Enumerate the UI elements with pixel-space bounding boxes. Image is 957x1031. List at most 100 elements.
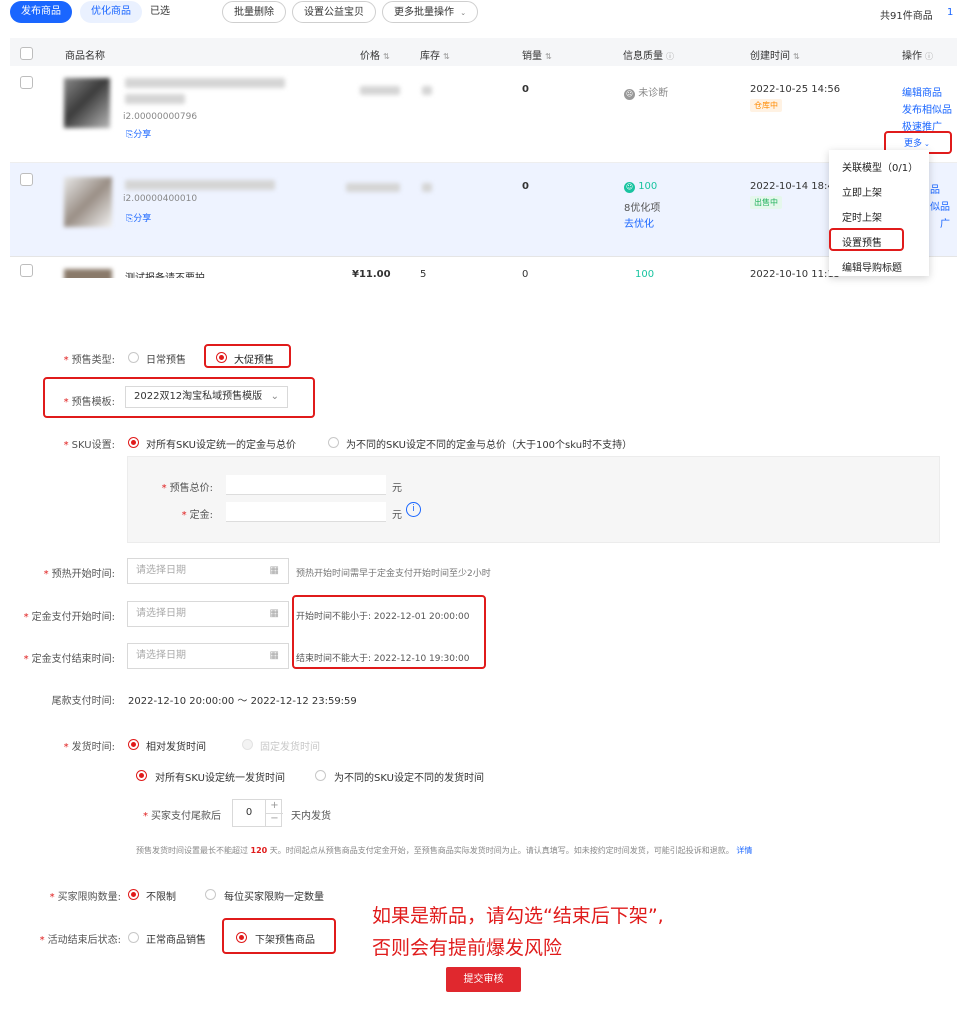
increment-icon[interactable]: + <box>265 800 283 814</box>
product-title[interactable]: 测试报备请不要拍 <box>125 269 205 278</box>
radio-daily-presale[interactable] <box>128 352 139 363</box>
select-all-checkbox[interactable] <box>20 47 33 60</box>
menu-item-list-now[interactable]: 立即上架 <box>842 184 882 199</box>
table-row: i2.00000400010 ⎘分享 0 ☺ 100 8优化项 去优化 2022… <box>10 163 957 257</box>
more-batch-ops-label: 更多批量操作 <box>394 7 454 18</box>
product-list-screenshot: 发布商品 优化商品 已选 批量删除 设置公益宝贝 更多批量操作 ⌄ 共91件商品… <box>0 0 957 278</box>
menu-item-link-model[interactable]: 关联模型（0/1） <box>842 159 918 174</box>
highlight-promo-presale <box>204 344 291 368</box>
required-marker: * <box>161 483 167 494</box>
batch-delete-button[interactable]: 批量删除 <box>222 1 286 23</box>
total-price-label: * 预售总价: <box>148 479 213 494</box>
ship-after-label-text: 买家支付尾款后 <box>151 811 221 822</box>
help-icon: ⓘ <box>925 52 933 61</box>
submit-review-button[interactable]: 提交审核 <box>446 967 521 992</box>
header-ops: 操作 ⓘ <box>902 47 933 62</box>
optimize-product-tab[interactable]: 优化商品 <box>80 1 142 23</box>
yuan-unit: 元 <box>392 483 402 494</box>
no-limit-label: 不限制 <box>146 892 176 903</box>
sku-label: * SKU设置: <box>64 436 115 451</box>
publish-similar-link[interactable]: 似品 <box>930 198 950 213</box>
ship-days-value[interactable]: 0 <box>233 800 265 826</box>
total-price-input[interactable] <box>226 475 386 495</box>
price-blurred <box>346 183 400 192</box>
edit-product-link[interactable]: 品 <box>930 181 940 196</box>
ship-after-suffix: 天内发货 <box>291 811 331 822</box>
highlight-set-presale <box>829 228 904 251</box>
preheat-date-placeholder: 请选择日期 <box>136 565 186 576</box>
publish-product-tab[interactable]: 发布商品 <box>10 1 72 23</box>
deposit-start-placeholder: 请选择日期 <box>136 608 186 619</box>
decrement-icon[interactable]: − <box>265 813 283 826</box>
deposit-end-label: * 定金支付结束时间: <box>24 650 115 665</box>
row-checkbox[interactable] <box>20 76 33 89</box>
share-label: 分享 <box>133 130 152 140</box>
product-title-blurred[interactable] <box>125 78 285 88</box>
required-marker: * <box>63 440 69 451</box>
product-id: i2.00000400010 <box>123 194 198 204</box>
more-batch-ops-button[interactable]: 更多批量操作 ⌄ <box>382 1 479 23</box>
header-price-label: 价格 <box>360 51 380 62</box>
sku-price-panel: * 预售总价: 元 * 定金: 元 i <box>127 456 940 543</box>
radio-sku-different[interactable] <box>328 437 339 448</box>
header-stock[interactable]: 库存 ⇅ <box>420 47 450 62</box>
ship-note-rest: 天。时间起点从预售商品支付定金开始，至预售商品实际发货时间为止。请认真填写。如未… <box>269 846 734 855</box>
share-link[interactable]: ⎘分享 <box>126 127 151 140</box>
daily-presale-label: 日常预售 <box>146 355 186 366</box>
smile-icon: ☺ <box>624 182 635 193</box>
deposit-input[interactable] <box>226 502 386 522</box>
header-created[interactable]: 创建时间 ⇅ <box>750 47 800 62</box>
quick-promote-link[interactable]: 广 <box>940 215 950 230</box>
limit-label-text: 买家限购数量: <box>57 892 121 903</box>
help-icon: ⓘ <box>666 52 674 61</box>
product-thumbnail[interactable] <box>64 269 112 278</box>
header-sales[interactable]: 销量 ⇅ <box>522 47 552 62</box>
ship-note: 预售发货时间设置最长不能超过 120 天。时间起点从预售商品支付定金开始，至预售… <box>136 845 752 856</box>
edit-product-link[interactable]: 编辑商品 <box>902 84 942 99</box>
end-status-label: * 活动结束后状态: <box>40 931 121 946</box>
row-checkbox[interactable] <box>20 264 33 277</box>
presale-type-label-text: 预售类型: <box>71 355 115 366</box>
product-thumbnail[interactable] <box>64 78 110 128</box>
more-ops-menu: 关联模型（0/1） 立即上架 定时上架 设置预售 编辑导购标题 <box>829 150 929 276</box>
ship-days-stepper[interactable]: 0 + − <box>232 799 283 827</box>
product-thumbnail[interactable] <box>64 177 112 227</box>
row-checkbox[interactable] <box>20 173 33 186</box>
ship-after-label: * 买家支付尾款后 <box>143 807 221 822</box>
deposit-start-label-text: 定金支付开始时间: <box>31 612 115 623</box>
limit-label: * 买家限购数量: <box>50 888 121 903</box>
table-row: i2.00000000796 ⎘分享 0 ☹ 未诊断 2022-10-25 14… <box>10 66 957 163</box>
preheat-hint: 预热开始时间需早于定金支付开始时间至少2小时 <box>296 569 491 579</box>
preheat-label-text: 预热开始时间: <box>51 569 115 580</box>
radio-no-limit[interactable] <box>128 889 139 900</box>
radio-relative-ship[interactable] <box>128 739 139 750</box>
calendar-icon: ▦ <box>269 650 279 661</box>
header-price[interactable]: 价格 ⇅ <box>360 47 390 62</box>
set-charity-button[interactable]: 设置公益宝贝 <box>292 1 376 23</box>
preheat-date-picker[interactable]: 请选择日期 ▦ <box>127 558 289 584</box>
product-title-blurred[interactable] <box>125 180 275 190</box>
info-icon[interactable]: i <box>406 502 421 517</box>
radio-ship-sku-uniform[interactable] <box>136 770 147 781</box>
ship-label-text: 发货时间: <box>71 742 115 753</box>
required-marker: * <box>63 355 69 366</box>
stock-blurred <box>422 183 432 192</box>
required-marker: * <box>43 569 49 580</box>
radio-limit-per-buyer[interactable] <box>205 889 216 900</box>
ship-note-details-link[interactable]: 详情 <box>736 846 752 855</box>
radio-normal-sale[interactable] <box>128 932 139 943</box>
optimize-items: 8优化项 <box>624 203 661 214</box>
radio-ship-sku-different[interactable] <box>315 770 326 781</box>
preheat-label: * 预热开始时间: <box>44 565 115 580</box>
menu-item-edit-guide-title[interactable]: 编辑导购标题 <box>842 259 902 274</box>
go-optimize-link[interactable]: 去优化 <box>624 215 654 230</box>
share-link[interactable]: ⎘分享 <box>126 211 151 224</box>
publish-similar-link[interactable]: 发布相似品 <box>902 101 952 116</box>
yuan-unit: 元 <box>392 510 402 521</box>
annotation-line-2: 否则会有提前爆发风险 <box>372 937 563 959</box>
deposit-start-date-picker[interactable]: 请选择日期 ▦ <box>127 601 289 627</box>
deposit-end-date-picker[interactable]: 请选择日期 ▦ <box>127 643 289 669</box>
menu-item-scheduled-list[interactable]: 定时上架 <box>842 209 882 224</box>
pagination-partial: 1 <box>947 7 954 18</box>
radio-sku-uniform[interactable] <box>128 437 139 448</box>
